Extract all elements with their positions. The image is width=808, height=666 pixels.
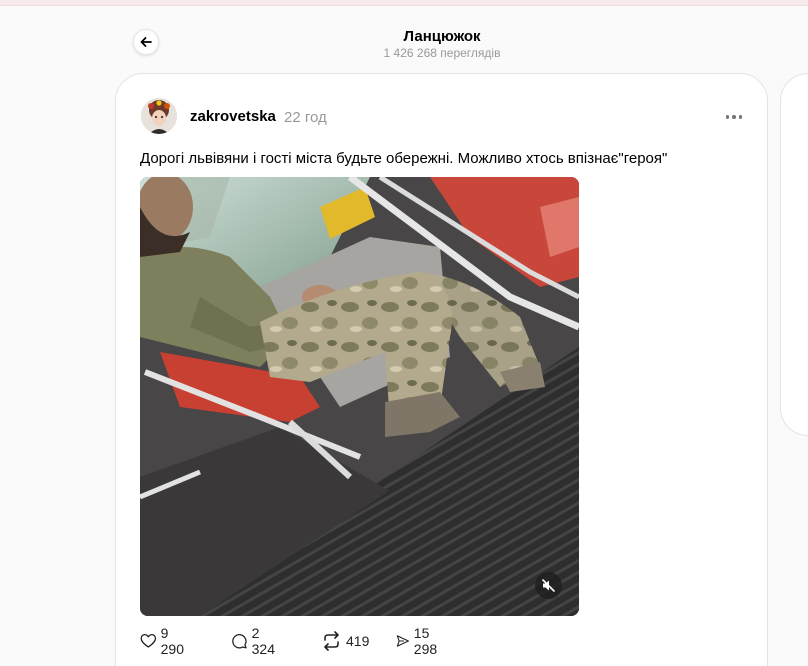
share-button[interactable]: 15 298 bbox=[396, 625, 443, 657]
mute-button[interactable] bbox=[535, 572, 562, 599]
more-horizontal-icon bbox=[725, 115, 730, 119]
more-options-button[interactable] bbox=[722, 108, 746, 126]
like-button[interactable]: 9 290 bbox=[140, 625, 188, 657]
heart-icon bbox=[140, 634, 157, 648]
share-icon bbox=[396, 635, 409, 647]
speaker-muted-icon bbox=[542, 579, 555, 592]
repost-button[interactable]: 419 bbox=[321, 630, 369, 652]
post-text: Дорогі львівяни і гості міста будьте обе… bbox=[140, 150, 668, 167]
comment-icon bbox=[232, 634, 247, 649]
post-video[interactable] bbox=[140, 177, 579, 616]
share-count: 15 298 bbox=[413, 625, 438, 657]
comment-count: 2 324 bbox=[251, 625, 275, 657]
side-column-card bbox=[780, 73, 808, 436]
repost-icon bbox=[324, 631, 339, 651]
page-title: Ланцюжок bbox=[403, 28, 481, 45]
view-count: 1 426 268 переглядів bbox=[383, 46, 501, 60]
like-count: 9 290 bbox=[160, 625, 184, 657]
post-username[interactable]: zakrovetska bbox=[190, 108, 276, 125]
top-strip bbox=[0, 0, 808, 6]
post-timestamp: 22 год bbox=[284, 109, 327, 126]
avatar[interactable] bbox=[141, 98, 177, 134]
repost-count: 419 bbox=[346, 633, 370, 649]
comment-button[interactable]: 2 324 bbox=[231, 625, 279, 657]
